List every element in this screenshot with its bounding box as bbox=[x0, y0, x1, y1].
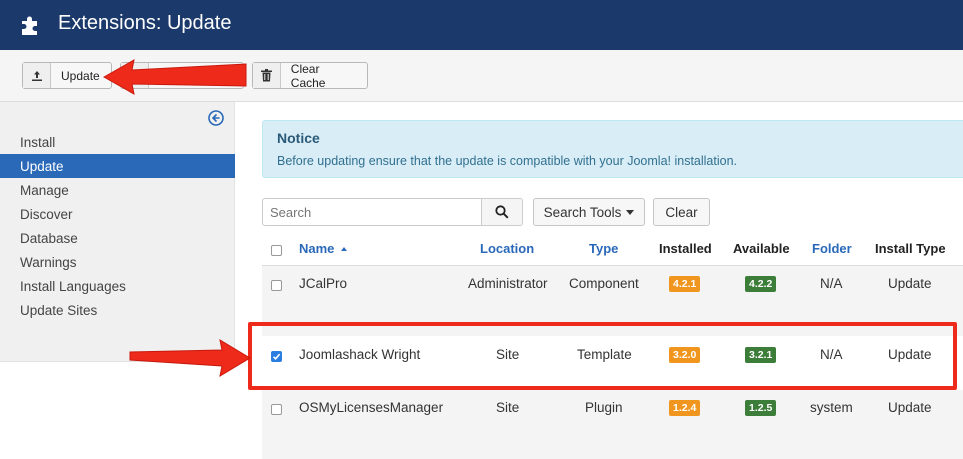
column-header-installed: Installed bbox=[659, 241, 712, 256]
extension-install-type: Update bbox=[888, 276, 932, 291]
extension-name: OSMyLicensesManager bbox=[299, 400, 444, 415]
app-header: Extensions: Update bbox=[0, 0, 963, 50]
notice-text: Before updating ensure that the update i… bbox=[277, 154, 737, 168]
sidebar-item-manage[interactable]: Manage bbox=[0, 178, 235, 202]
extension-location: Site bbox=[496, 400, 520, 415]
search-button[interactable] bbox=[481, 198, 523, 226]
column-header-available: Available bbox=[733, 241, 790, 256]
sort-asc-icon bbox=[341, 247, 348, 251]
row-checkbox[interactable] bbox=[271, 280, 282, 291]
row-checkbox[interactable] bbox=[271, 404, 282, 415]
sidebar-item-update-sites[interactable]: Update Sites bbox=[0, 298, 235, 322]
clear-cache-button[interactable]: Clear Cache bbox=[252, 62, 368, 90]
trash-icon bbox=[253, 63, 281, 88]
search-icon bbox=[495, 205, 509, 219]
notice-heading: Notice bbox=[277, 130, 320, 146]
sidebar: Install Update Manage Discover Database … bbox=[0, 102, 235, 362]
column-header-type[interactable]: Type bbox=[589, 241, 618, 256]
extension-type: Plugin bbox=[585, 400, 623, 415]
update-button[interactable]: Update bbox=[22, 62, 112, 89]
sidebar-item-database[interactable]: Database bbox=[0, 226, 235, 250]
search-input[interactable] bbox=[262, 198, 482, 226]
extension-install-type: Update bbox=[888, 400, 932, 415]
page-title: Extensions: Update bbox=[58, 12, 232, 34]
sidebar-item-update[interactable]: Update bbox=[0, 154, 235, 178]
puzzle-icon bbox=[22, 16, 37, 35]
search-tools-label: Search Tools bbox=[543, 204, 622, 220]
column-header-location[interactable]: Location bbox=[480, 241, 534, 256]
extension-folder: system bbox=[810, 400, 853, 415]
search-tools-button[interactable]: Search Tools bbox=[533, 198, 645, 226]
caret-down-icon bbox=[626, 209, 635, 215]
select-all-checkbox[interactable] bbox=[271, 245, 282, 256]
notice-alert: Notice Before updating ensure that the u… bbox=[262, 120, 963, 178]
sidebar-item-discover[interactable]: Discover bbox=[0, 202, 235, 226]
annotation-highlight-box bbox=[248, 322, 957, 390]
column-header-install-type: Install Type bbox=[875, 241, 946, 256]
annotation-arrow-icon bbox=[102, 59, 247, 95]
clear-button[interactable]: Clear bbox=[653, 198, 710, 226]
extension-folder: N/A bbox=[820, 276, 843, 291]
upload-icon bbox=[23, 63, 51, 88]
column-header-name[interactable]: Name bbox=[299, 241, 348, 256]
annotation-arrow-icon bbox=[129, 338, 251, 378]
installed-version-badge: 1.2.4 bbox=[669, 400, 701, 416]
extension-name: JCalPro bbox=[299, 276, 348, 291]
column-header-folder[interactable]: Folder bbox=[812, 241, 852, 256]
extension-location: Administrator bbox=[468, 276, 548, 291]
sidebar-item-warnings[interactable]: Warnings bbox=[0, 250, 235, 274]
collapse-sidebar-icon[interactable] bbox=[208, 110, 224, 126]
sidebar-item-install[interactable]: Install bbox=[0, 130, 235, 154]
sidebar-item-install-languages[interactable]: Install Languages bbox=[0, 274, 235, 298]
extension-type: Component bbox=[569, 276, 639, 291]
available-version-badge: 1.2.5 bbox=[745, 400, 777, 416]
available-version-badge: 4.2.2 bbox=[745, 276, 777, 292]
installed-version-badge: 4.2.1 bbox=[669, 276, 701, 292]
